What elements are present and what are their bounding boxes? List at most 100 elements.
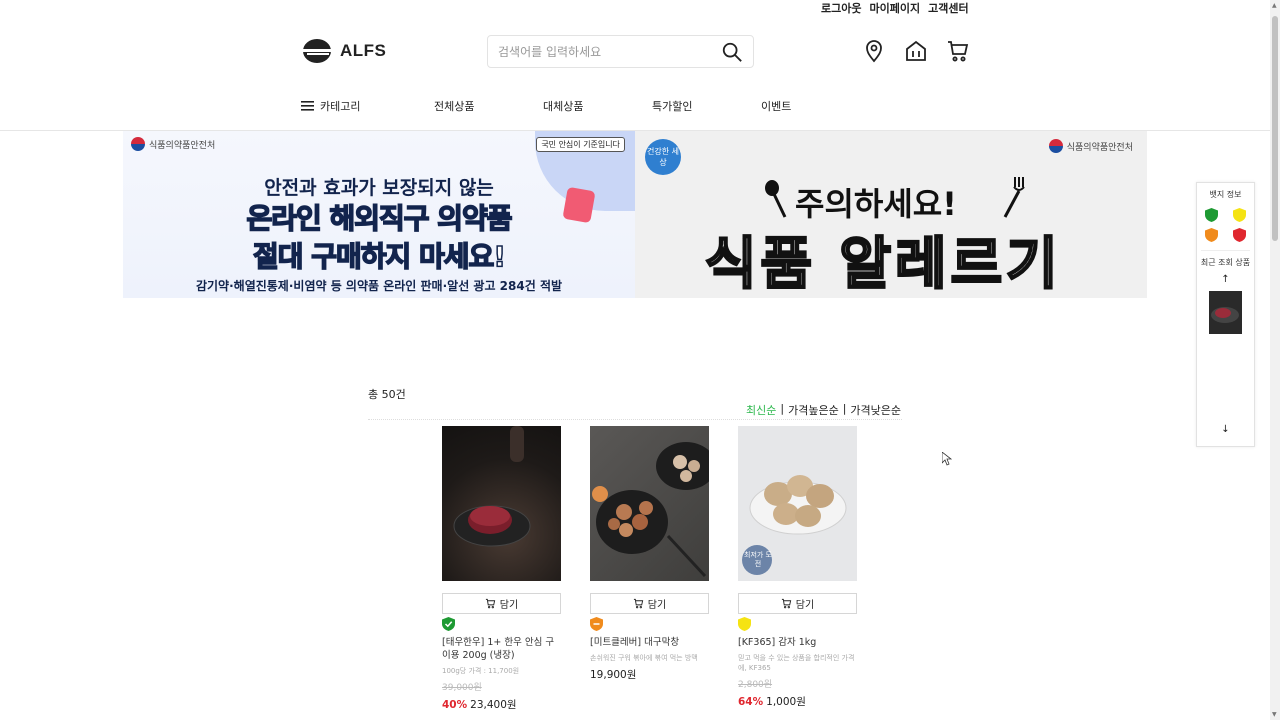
badge-legend xyxy=(1197,208,1254,242)
red-badge-icon xyxy=(1232,228,1246,242)
sort-options: 최신순 | 가격높은순 | 가격낮은순 xyxy=(746,402,901,418)
total-count: 총 50건 xyxy=(368,388,406,401)
logo-icon xyxy=(303,39,333,63)
taeguk-icon xyxy=(131,137,145,151)
product-image[interactable] xyxy=(590,426,709,581)
agency-name: 식품의약품안전처 xyxy=(149,140,216,151)
nav-event[interactable]: 이벤트 xyxy=(761,98,870,114)
banner-line-4: 감기약·해열진통제·비염약 등 의약품 온라인 판매·알선 광고 284건 적발 xyxy=(195,279,563,293)
search-input[interactable] xyxy=(498,44,721,59)
product-image[interactable]: 최저가 도전 xyxy=(738,426,857,581)
scrollbar-up-icon[interactable]: ▲ xyxy=(1272,2,1277,9)
badge-info-label: 뱃지 정보 xyxy=(1209,190,1242,199)
yellow-badge-icon xyxy=(1232,208,1246,222)
search-icon[interactable] xyxy=(721,41,743,63)
add-to-cart-button[interactable]: 담기 xyxy=(442,593,561,614)
add-to-cart-label: 담기 xyxy=(647,600,667,611)
side-divider xyxy=(1201,250,1250,251)
sale-price: 19,900원 xyxy=(590,667,709,682)
sale-price: 64% 1,000원 xyxy=(738,694,857,709)
lowest-price-badge: 최저가 도전 xyxy=(744,551,772,568)
yellow-badge-icon xyxy=(738,617,751,631)
price-value: 23,400원 xyxy=(470,699,517,711)
add-to-cart-button[interactable]: 담기 xyxy=(590,593,709,614)
recent-items-label: 최근 조회 상품 xyxy=(1200,258,1251,267)
fork-icon xyxy=(1003,177,1025,218)
intestine-illustration xyxy=(592,442,709,578)
cart-icon xyxy=(781,598,791,609)
orange-badge-icon xyxy=(590,617,603,631)
discount-rate: 64% xyxy=(738,696,764,708)
sort-divider-line xyxy=(368,419,902,420)
sort-latest[interactable]: 최신순 xyxy=(746,402,776,418)
product-desc: 손쉬워진 구워 볶아에 볶여 먹는 방맥 xyxy=(590,654,698,662)
product-image[interactable] xyxy=(442,426,561,581)
sort-price-high[interactable]: 가격높은순 xyxy=(788,402,839,418)
sale-price: 40% 23,400원 xyxy=(442,697,561,712)
taeguk-icon xyxy=(1048,139,1063,153)
add-to-cart-label: 담기 xyxy=(499,600,519,611)
cart-icon xyxy=(485,598,495,609)
original-price: 39,000원 xyxy=(442,683,482,693)
cart-icon[interactable] xyxy=(946,39,970,63)
sort-divider: | xyxy=(780,402,785,415)
category-menu[interactable]: 카테고리 xyxy=(301,98,434,114)
hamburger-icon xyxy=(301,101,314,111)
store-icon[interactable] xyxy=(904,39,928,63)
discount-rate: 40% xyxy=(442,699,468,711)
product-title[interactable]: [태우한우] 1+ 한우 안심 구이용 200g (냉장) xyxy=(442,636,561,662)
nav-substitute-products[interactable]: 대체상품 xyxy=(543,98,652,114)
agency-logo: 식품의약품안전처 xyxy=(1048,139,1133,153)
main-nav: 카테고리 전체상품 대체상품 특가할인 이벤트 xyxy=(301,98,870,114)
top-links: 로그아웃 마이페이지 고객센터 xyxy=(821,0,969,16)
banner-food-allergy[interactable]: 건강한 세상 식품의약품안전처 주의하세요! 식품 알레르기 xyxy=(635,131,1147,298)
recent-steak-image xyxy=(1211,307,1239,323)
banner-line-1: 안전과 효과가 보장되지 않는 xyxy=(264,177,494,199)
scroll-down-button[interactable]: ↓ xyxy=(1197,424,1254,435)
green-badge-icon xyxy=(1204,208,1218,222)
scrollbar-thumb[interactable] xyxy=(1272,16,1278,241)
logo-text: ALFS xyxy=(340,40,387,60)
product-desc: 100g당 가격 : 11,700원 xyxy=(442,667,520,675)
banner-line-2a: 온라인 xyxy=(246,201,330,236)
original-price: 2,800원 xyxy=(738,680,773,690)
banner-line-3b: 구매하지 마세요! xyxy=(302,239,506,274)
banner-overseas-medicine[interactable]: 식품의약품안전처 국민 안심이 기준입니다 안전과 효과가 보장되지 않는 온라… xyxy=(123,131,635,298)
logo[interactable]: ALFS xyxy=(301,37,386,64)
product-title[interactable]: [미트클레버] 대구막창 xyxy=(590,636,709,649)
steak-illustration xyxy=(453,426,531,547)
mypage-link[interactable]: 마이페이지 xyxy=(869,0,920,16)
category-label: 카테고리 xyxy=(320,100,361,113)
banner-stamp: 국민 안심이 기준입니다 xyxy=(536,137,625,152)
product-title[interactable]: [KF365] 감자 1kg xyxy=(738,636,857,649)
page-scrollbar[interactable]: ▲ ▼ xyxy=(1270,0,1280,720)
side-panel: 뱃지 정보 최근 조회 상품 ↑ ↓ xyxy=(1196,182,1255,447)
scroll-up-button[interactable]: ↑ xyxy=(1197,274,1254,285)
price-value: 19,900원 xyxy=(590,669,637,681)
sort-price-low[interactable]: 가격낮은순 xyxy=(850,402,901,418)
green-badge-icon xyxy=(442,617,455,631)
search-box xyxy=(487,35,754,68)
scrollbar-down-icon[interactable]: ▼ xyxy=(1272,711,1277,718)
logout-link[interactable]: 로그아웃 xyxy=(821,0,861,16)
recent-item-thumbnail[interactable] xyxy=(1209,291,1242,334)
banner-title-2: 식품 알레르기 xyxy=(704,231,1062,298)
nav-special-discount[interactable]: 특가할인 xyxy=(652,98,761,114)
price-value: 1,000원 xyxy=(766,696,806,708)
location-pin-icon[interactable] xyxy=(862,39,886,63)
banner-line-3: 절대 구매하지 마세요! xyxy=(123,235,635,275)
product-desc: 믿고 먹을 수 있는 상품을 합리적인 가격에, KF365 xyxy=(738,654,855,672)
mouse-cursor-icon xyxy=(942,452,952,466)
nav-all-products[interactable]: 전체상품 xyxy=(434,98,543,114)
customer-center-link[interactable]: 고객센터 xyxy=(928,0,968,16)
agency-logo: 식품의약품안전처 xyxy=(131,137,215,151)
add-to-cart-button[interactable]: 담기 xyxy=(738,593,857,614)
product-card: 최저가 도전 담기 [KF365] 감자 1kg 믿고 먹을 수 있는 상품을 … xyxy=(738,426,857,709)
banner-line-3a: 절대 xyxy=(252,239,304,274)
cart-icon xyxy=(633,598,643,609)
orange-badge-icon xyxy=(1204,228,1218,242)
product-card: 담기 [태우한우] 1+ 한우 안심 구이용 200g (냉장) 100g당 가… xyxy=(442,426,561,712)
healthy-world-badge: 건강한 세상 xyxy=(645,139,681,175)
sort-divider: | xyxy=(842,402,847,415)
add-to-cart-label: 담기 xyxy=(795,600,815,611)
